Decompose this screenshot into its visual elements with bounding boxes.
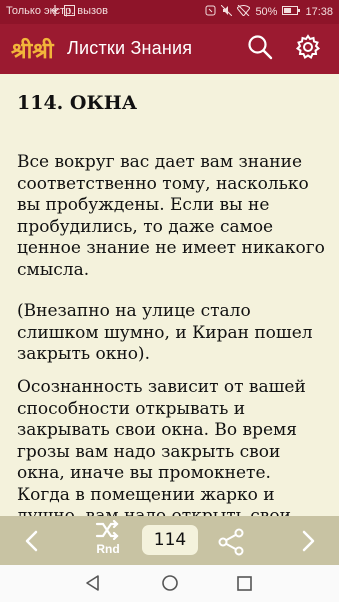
share-button[interactable] [216,528,246,556]
previous-button[interactable] [18,527,46,555]
nfc-icon [205,5,216,19]
bottom-toolbar: Rnd 114 [0,516,339,565]
chevron-right-icon [294,530,322,559]
article-paragraph-3: Осознанность зависит от вашей способност… [17,377,306,516]
article-paragraph-1: Все вокруг вас дает вам знание соответст… [17,152,325,280]
random-button[interactable]: Rnd [86,519,130,562]
search-icon [247,34,273,64]
share-icon [216,528,246,560]
back-triangle-icon [84,575,102,596]
wifi-off-icon [236,4,252,19]
article-content: 114. ОКНА Все вокруг вас дает вам знание… [0,74,339,516]
status-bar: Только экстр. вызов 50% 17:38 [0,0,339,24]
system-back-button[interactable] [84,574,102,596]
app-logo: श्रीश्री [11,39,54,64]
chevron-left-icon [18,530,46,559]
alert-icon [64,5,76,19]
home-circle-icon [161,575,179,596]
article-paragraph-2: (Внезапно на улице стало слишком шумно, … [17,301,313,364]
battery-icon [282,6,301,18]
system-navigation-bar [0,565,339,602]
clock: 17:38 [305,6,333,18]
system-recents-button[interactable] [237,576,252,595]
random-label: Rnd [96,542,120,556]
settings-button[interactable] [293,34,323,64]
search-button[interactable] [245,34,275,64]
battery-percent: 50% [255,6,278,18]
app-title: Листки Знания [67,38,193,58]
next-button[interactable] [294,527,322,555]
system-home-button[interactable] [161,574,179,596]
page-number[interactable]: 114 [142,525,198,555]
usb-icon [51,5,59,19]
article-heading: 114. ОКНА [17,92,138,114]
recents-square-icon [237,576,252,595]
gear-icon [295,34,321,64]
mute-icon [221,4,233,19]
app-bar: श्रीश्री Листки Знания [0,24,339,74]
